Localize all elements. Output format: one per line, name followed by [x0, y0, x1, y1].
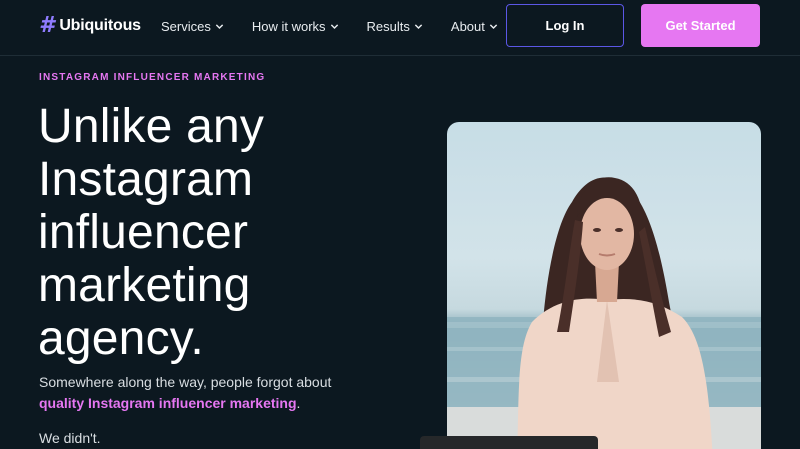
menu-item-about[interactable]: About	[451, 19, 498, 34]
menu-item-how-it-works[interactable]: How it works	[252, 19, 339, 34]
chevron-down-icon	[414, 23, 423, 29]
bottom-overlay-bar	[420, 436, 598, 449]
chevron-down-icon	[330, 23, 338, 29]
menu-item-services[interactable]: Services	[161, 19, 224, 34]
menu-item-label: Results	[366, 18, 410, 34]
login-button[interactable]: Log In	[506, 4, 624, 47]
hero-eyebrow: INSTAGRAM INFLUENCER MARKETING	[39, 72, 266, 83]
hero-subtext: Somewhere along the way, people forgot a…	[39, 372, 399, 414]
hero-subtext-end: .	[296, 395, 301, 411]
menu-item-label: About	[450, 18, 485, 34]
chevron-down-icon	[215, 23, 224, 29]
hero-closing-line: We didn't.	[39, 430, 101, 446]
hero-headline: Unlike any Instagram influencer marketin…	[38, 100, 265, 365]
menu-item-label: How it works	[251, 18, 326, 34]
menu-item-label: Services	[161, 18, 211, 34]
top-navigation: # Ubiquitous Services How it works Resul…	[0, 0, 800, 56]
hashtag-logo-icon: #	[39, 13, 55, 38]
brand-logo[interactable]: # Ubiquitous	[39, 13, 141, 39]
main-menu: Services How it works Results About	[161, 0, 526, 52]
menu-item-results[interactable]: Results	[367, 19, 423, 34]
hero-subtext-highlight: quality Instagram influencer marketing	[39, 395, 297, 411]
hero-photo-woman-beach	[447, 122, 761, 449]
brand-name: Ubiquitous	[59, 17, 141, 34]
hero-photo-illustration	[447, 177, 761, 449]
hero-subtext-lead: Somewhere along the way, people forgot a…	[39, 374, 332, 390]
chevron-down-icon	[489, 23, 498, 29]
get-started-button[interactable]: Get Started	[641, 4, 760, 47]
